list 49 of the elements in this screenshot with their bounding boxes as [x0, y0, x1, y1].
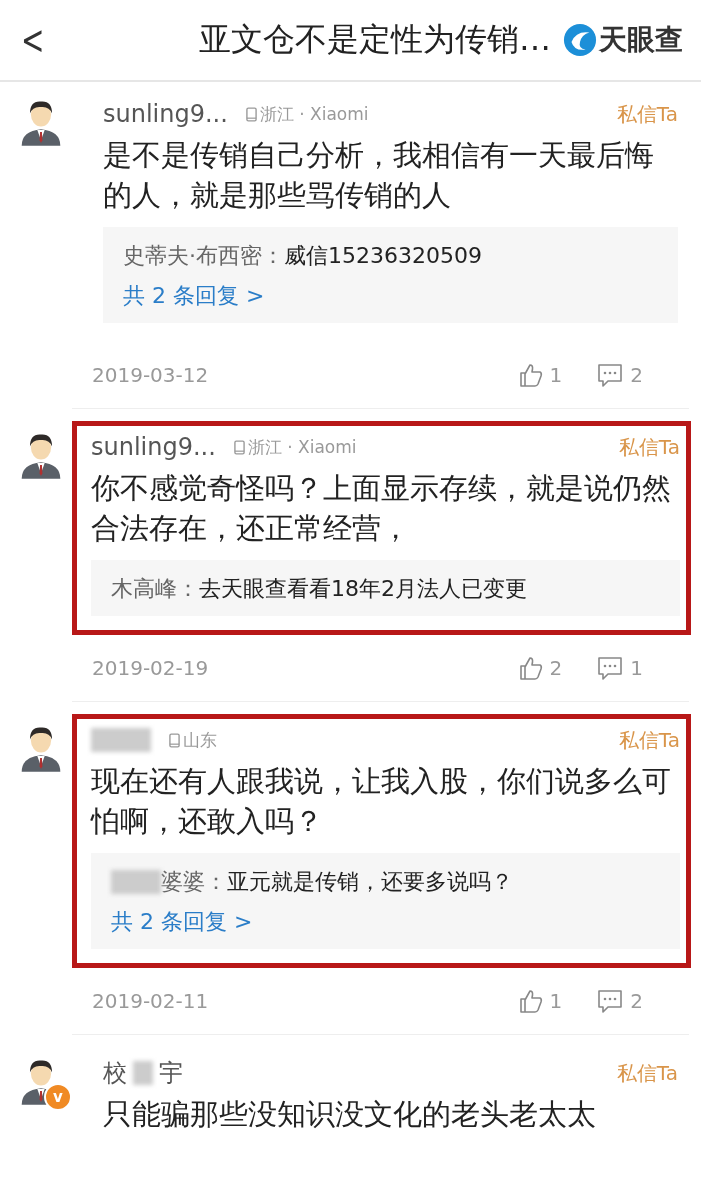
reply-text: 威信15236320509: [284, 242, 482, 270]
thumbs-up-icon: [517, 655, 544, 681]
user-name: 宇: [159, 1058, 183, 1089]
more-replies-link[interactable]: 共 2 条回复 >: [123, 281, 658, 311]
comment-text: 是不是传销自己分析，我相信有一天最后悔的人，就是那些骂传销的人: [103, 137, 655, 214]
verified-badge: v: [44, 1083, 72, 1111]
thumbs-up-icon: [517, 362, 544, 388]
phone-icon: [169, 732, 180, 748]
comment-icon: [596, 988, 625, 1014]
phone-icon: [233, 439, 245, 455]
reply-author: 史蒂夫·布西密：: [123, 242, 284, 270]
like-button[interactable]: 1: [517, 362, 563, 388]
reply-text: 亚元就是传销，还要多说吗？: [227, 868, 513, 896]
reply-button[interactable]: 2: [596, 988, 643, 1014]
reply-button[interactable]: 1: [596, 655, 643, 681]
comment-text: 你不感觉奇怪吗？上面显示存续，就是说仍然合法存在，还正常经营，: [91, 470, 672, 547]
back-button[interactable]: <: [15, 17, 51, 63]
message-link[interactable]: 私信Ta: [618, 433, 680, 461]
location-text: 山东: [183, 728, 217, 752]
comment-date: 2019-03-12: [92, 363, 209, 387]
message-link[interactable]: 私信Ta: [618, 726, 680, 754]
reply-text: 去天眼查看看18年2月法人已变更: [199, 575, 527, 603]
more-replies-link[interactable]: 共 2 条回复 >: [111, 907, 660, 937]
comment-text: 只能骗那些没知识没文化的老头老太太: [103, 1096, 597, 1133]
blurred-name: [91, 728, 151, 752]
blurred-name: [111, 870, 161, 894]
reply-button[interactable]: 2: [596, 362, 643, 388]
comment-date: 2019-02-19: [92, 656, 209, 680]
like-button[interactable]: 2: [517, 655, 563, 681]
message-link[interactable]: 私信Ta: [616, 1059, 678, 1087]
logo-icon: [563, 23, 597, 57]
thumbs-up-icon: [517, 988, 544, 1014]
phone-icon: [245, 106, 257, 122]
user-name: sunling9...: [103, 100, 228, 128]
reply-author: 木高峰：: [111, 575, 199, 603]
location-text: 浙江 · Xiaomi: [259, 102, 369, 126]
comment-date: 2019-02-11: [92, 989, 209, 1013]
blurred-name: [133, 1061, 153, 1085]
reply-author: 婆婆：: [161, 868, 227, 896]
comment-icon: [596, 655, 625, 681]
like-button[interactable]: 1: [517, 988, 563, 1014]
logo-text: 天眼查: [599, 22, 683, 58]
comment-icon: [596, 362, 625, 388]
user-name: 校: [103, 1058, 127, 1089]
page-title: 亚文仓不是定性为传销…: [198, 19, 552, 60]
location-text: 浙江 · Xiaomi: [247, 435, 357, 459]
message-link[interactable]: 私信Ta: [616, 100, 678, 128]
user-name: sunling9...: [91, 433, 216, 461]
comment-text: 现在还有人跟我说，让我入股，你们说多么可怕啊，还敢入吗？: [91, 763, 672, 840]
